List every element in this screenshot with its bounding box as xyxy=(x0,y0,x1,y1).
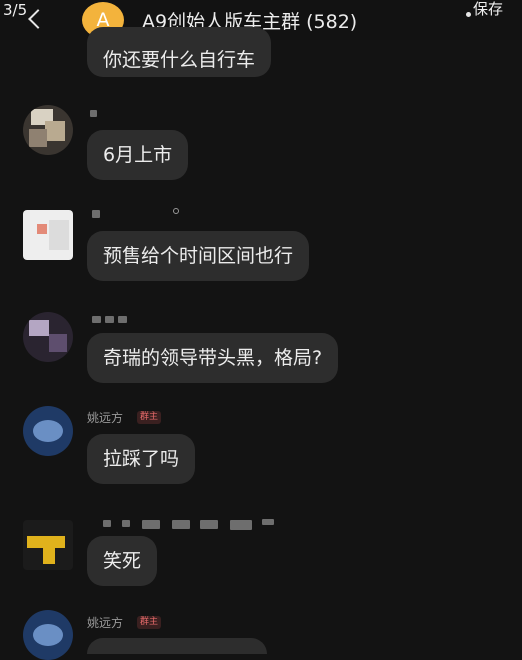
owner-badge: 群主 xyxy=(137,411,162,424)
avatar[interactable] xyxy=(23,610,73,660)
avatar[interactable] xyxy=(23,406,73,456)
message-text: 笑死 xyxy=(103,550,142,572)
blurred-sender-name xyxy=(142,520,160,529)
message-bubble[interactable]: 预售给个时间区间也行 xyxy=(87,231,310,281)
sender-name: 姚远方 xyxy=(87,411,124,425)
blurred-sender-name xyxy=(262,519,274,525)
message-bubble[interactable] xyxy=(87,638,267,654)
sender-name: 姚远方 xyxy=(87,616,124,630)
avatar[interactable] xyxy=(23,210,73,260)
blurred-sender-name xyxy=(92,210,100,218)
blurred-sender-name xyxy=(230,520,252,530)
avatar[interactable] xyxy=(23,105,73,155)
blurred-sender-name xyxy=(92,316,101,323)
message-text: 6月上市 xyxy=(103,144,173,166)
owner-badge: 群主 xyxy=(137,616,162,629)
blurred-sender-name xyxy=(122,520,130,527)
message-text: 预售给个时间区间也行 xyxy=(103,245,294,267)
message-bubble[interactable]: 拉踩了吗 xyxy=(87,434,196,484)
message-text: 你还要什么自行车 xyxy=(103,49,256,71)
save-button[interactable]: 保存 xyxy=(473,0,503,19)
message-bubble[interactable]: 你还要什么自行车 xyxy=(87,27,272,77)
blurred-sender-name xyxy=(172,520,190,529)
blurred-sender-name xyxy=(200,520,218,529)
blurred-sender-name xyxy=(118,316,127,323)
dot-icon xyxy=(173,208,179,214)
back-arrow-icon[interactable] xyxy=(28,9,48,29)
blurred-sender-name xyxy=(103,520,111,527)
page-counter: 3/5 xyxy=(3,1,28,19)
dot-icon xyxy=(466,12,471,17)
message-bubble[interactable]: 6月上市 xyxy=(87,130,189,180)
avatar[interactable] xyxy=(23,520,73,570)
message-text: 奇瑞的领导带头黑，格局? xyxy=(103,347,323,369)
avatar[interactable] xyxy=(23,312,73,362)
message-text: 拉踩了吗 xyxy=(103,448,180,470)
message-bubble[interactable]: 笑死 xyxy=(87,536,158,586)
blurred-sender-name xyxy=(90,110,97,117)
blurred-sender-name xyxy=(105,316,114,323)
message-bubble[interactable]: 奇瑞的领导带头黑，格局? xyxy=(87,333,339,383)
